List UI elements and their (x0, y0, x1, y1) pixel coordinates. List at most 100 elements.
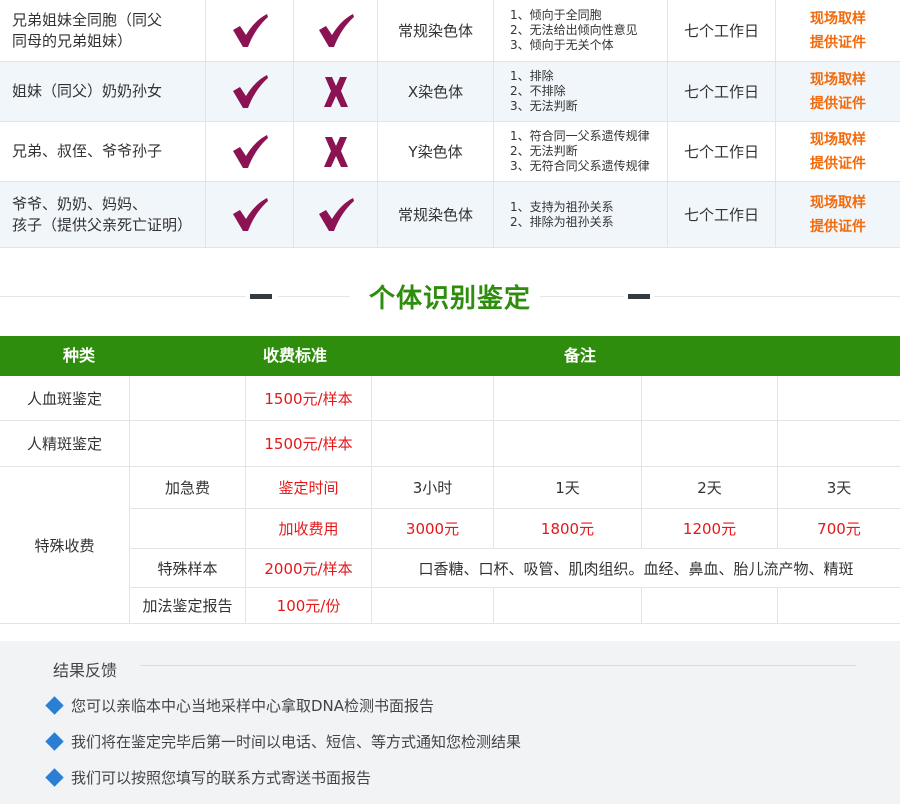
urgent-label: 加急费 (130, 467, 246, 509)
empty-cell (778, 421, 900, 467)
special-sample-remark: 口香糖、口杯、吸管、肌肉组织。血经、鼻血、胎儿流产物、精斑 (372, 549, 900, 588)
check-cell (294, 122, 378, 181)
empty-cell (642, 588, 778, 624)
feedback-item: 我们可以按照您填写的联系方式寄送书面报告 (45, 767, 372, 788)
empty-cell (130, 421, 246, 467)
result-item: 1、排除 (510, 69, 554, 83)
special-sample-price: 2000元/样本 (246, 549, 372, 588)
title-dash-right (628, 294, 650, 299)
urgent-fee: 3000元 (372, 509, 494, 549)
urgent-time: 3小时 (372, 467, 494, 509)
result-item: 3、无法判断 (510, 99, 578, 113)
duration-cell: 七个工作日 (668, 182, 776, 247)
feedback-item: 您可以亲临本中心当地采样中心拿取DNA检测书面报告 (45, 695, 435, 716)
result-item: 3、倾向于无关个体 (510, 38, 614, 52)
note-onsite: 现场取样 (810, 194, 866, 211)
price-blood: 1500元/样本 (246, 376, 372, 421)
checkmark-icon (318, 197, 354, 231)
empty-cell (494, 376, 642, 421)
report-label: 加法鉴定报告 (130, 588, 246, 624)
empty-cell (130, 376, 246, 421)
section-header: 个体识别鉴定 (0, 262, 900, 332)
empty-cell (372, 421, 494, 467)
report-price: 100元/份 (246, 588, 372, 624)
urgent-fee-label: 加收费用 (246, 509, 372, 549)
empty-cell (642, 421, 778, 467)
table-row: 兄弟、叔侄、爷爷孙子 Y染色体 1、符合同一父系遗传规律 2、无法判断 3、无符… (0, 122, 900, 182)
diamond-bullet-icon (45, 732, 64, 751)
result-item: 2、无法判断 (510, 144, 578, 158)
relation-text: 同母的兄弟姐妹） (12, 31, 133, 50)
checkmark-icon (232, 13, 268, 47)
chromosome-cell: X染色体 (378, 62, 494, 121)
relation-text: 孩子（提供父亲死亡证明） (12, 215, 193, 234)
note-id: 提供证件 (810, 34, 866, 51)
feedback-text: 我们将在鉴定完毕后第一时间以电话、短信、等方式通知您检测结果 (71, 733, 522, 751)
note-cell: 现场取样 提供证件 (776, 182, 900, 247)
check-cell (206, 182, 294, 247)
relation-cell: 兄弟姐妹全同胞（同父 同母的兄弟姐妹） (0, 0, 206, 61)
relation-text: 兄弟姐妹全同胞（同父 (12, 10, 163, 29)
feedback-item: 我们将在鉴定完毕后第一时间以电话、短信、等方式通知您检测结果 (45, 731, 522, 752)
divider (654, 296, 900, 297)
relation-text: 姐妹（同父）奶奶孙女 (12, 82, 163, 100)
result-item: 2、不排除 (510, 84, 566, 98)
urgent-fee: 1200元 (642, 509, 778, 549)
checkmark-icon (232, 134, 268, 168)
header-category: 种类 (62, 346, 95, 365)
check-cell (294, 182, 378, 247)
diamond-bullet-icon (45, 696, 64, 715)
relation-cell: 姐妹（同父）奶奶孙女 (0, 62, 206, 121)
empty-cell (494, 588, 642, 624)
result-item: 1、倾向于全同胞 (510, 8, 602, 22)
empty-cell (372, 376, 494, 421)
result-item: 1、支持为祖孙关系 (510, 199, 614, 214)
urgent-fee: 700元 (778, 509, 900, 549)
relation-text: 兄弟、叔侄、爷爷孙子 (12, 142, 163, 160)
result-feedback: 结果反馈 您可以亲临本中心当地采样中心拿取DNA检测书面报告 我们将在鉴定完毕后… (0, 641, 900, 804)
chromosome-cell: 常规染色体 (378, 0, 494, 61)
chromosome-cell: 常规染色体 (378, 182, 494, 247)
check-cell (206, 0, 294, 61)
note-cell: 现场取样 提供证件 (776, 62, 900, 121)
note-id: 提供证件 (810, 155, 866, 172)
empty-cell (778, 588, 900, 624)
result-cell: 1、排除 2、不排除 3、无法判断 (494, 62, 668, 121)
empty-cell (130, 509, 246, 549)
empty-cell (642, 376, 778, 421)
check-cell (206, 62, 294, 121)
result-item: 2、排除为祖孙关系 (510, 214, 614, 229)
checkmark-icon (232, 74, 268, 108)
divider (540, 296, 624, 297)
empty-cell (372, 588, 494, 624)
feedback-text: 您可以亲临本中心当地采样中心拿取DNA检测书面报告 (71, 697, 435, 715)
note-onsite: 现场取样 (810, 10, 866, 27)
feedback-title: 结果反馈 (53, 661, 118, 680)
table-row: 姐妹（同父）奶奶孙女 X染色体 1、排除 2、不排除 3、无法判断 七个工作日 … (0, 62, 900, 122)
cross-icon (323, 136, 348, 167)
fee-table-header: 种类 收费标准 备注 (0, 336, 900, 376)
urgent-time: 3天 (778, 467, 900, 509)
duration-cell: 七个工作日 (668, 0, 776, 61)
check-cell (294, 62, 378, 121)
feedback-text: 我们可以按照您填写的联系方式寄送书面报告 (71, 769, 372, 787)
relation-cell: 兄弟、叔侄、爷爷孙子 (0, 122, 206, 181)
result-cell: 1、符合同一父系遗传规律 2、无法判断 3、无符合同父系遗传规律 (494, 122, 668, 181)
category-special: 特殊收费 (0, 467, 130, 624)
urgent-time: 1天 (494, 467, 642, 509)
divider (140, 665, 856, 666)
note-onsite: 现场取样 (810, 131, 866, 148)
category-semen: 人精斑鉴定 (0, 421, 130, 467)
result-item: 1、符合同一父系遗传规律 (510, 129, 650, 143)
result-cell: 1、支持为祖孙关系 2、排除为祖孙关系 (494, 182, 668, 247)
result-item: 3、无符合同父系遗传规律 (510, 159, 650, 173)
check-cell (294, 0, 378, 61)
note-cell: 现场取样 提供证件 (776, 122, 900, 181)
empty-cell (494, 421, 642, 467)
empty-cell (778, 376, 900, 421)
table-row: 兄弟姐妹全同胞（同父 同母的兄弟姐妹） 常规染色体 1、倾向于全同胞 2、无法给… (0, 0, 900, 62)
header-standard: 收费标准 (262, 346, 327, 365)
urgent-time: 2天 (642, 467, 778, 509)
note-cell: 现场取样 提供证件 (776, 0, 900, 61)
diamond-bullet-icon (45, 768, 64, 787)
